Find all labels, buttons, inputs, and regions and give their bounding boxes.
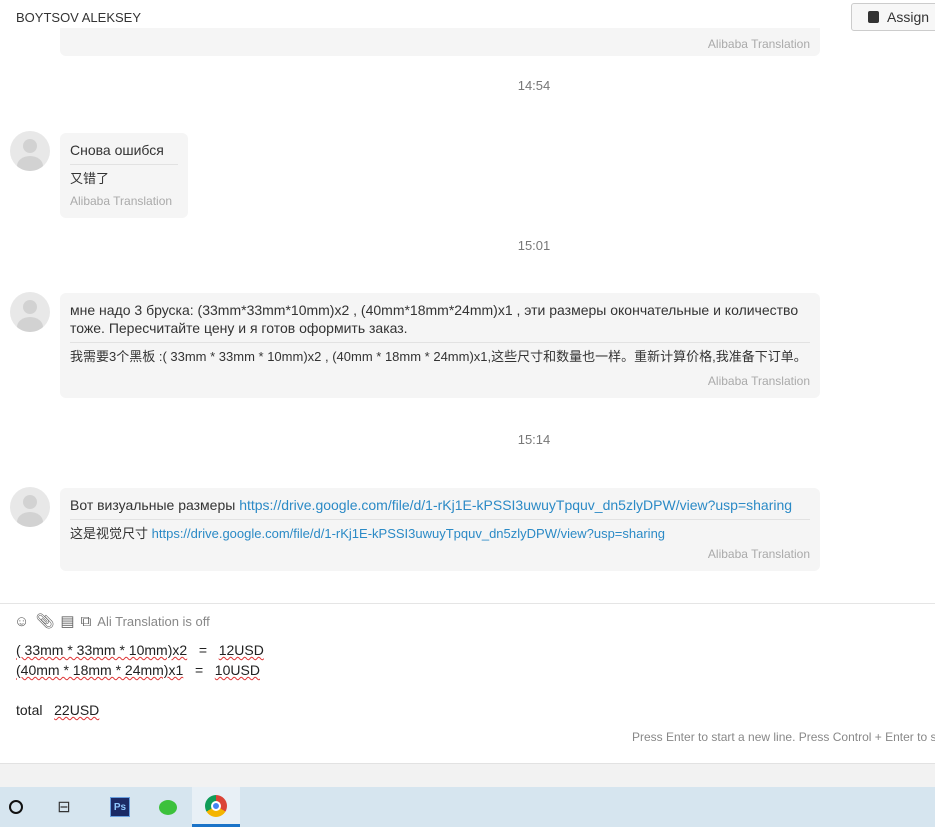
task-view-icon[interactable]: ⊟ (32, 787, 96, 827)
assign-icon (868, 11, 879, 23)
avatar (10, 487, 50, 527)
contact-name: BOYTSOV ALEKSEY (16, 10, 141, 25)
drive-link[interactable]: https://drive.google.com/file/d/1-rKj1E-… (239, 497, 792, 513)
chrome-icon[interactable] (192, 787, 240, 827)
message-bubble: Снова ошибся 又错了 Alibaba Translation (60, 133, 188, 218)
timestamp: 14:54 (517, 78, 551, 93)
emoji-icon[interactable]: ☺ (14, 613, 29, 630)
quick-reply-icon[interactable]: ▤ (60, 612, 74, 630)
drive-link-translated[interactable]: https://drive.google.com/file/d/1-rKj1E-… (152, 526, 665, 541)
send-hint: Press Enter to start a new line. Press C… (632, 730, 935, 744)
avatar (10, 292, 50, 332)
assign-button[interactable]: Assign (851, 3, 935, 31)
message-bubble: Alibaba Translation (60, 28, 820, 56)
timestamp: 15:01 (517, 238, 551, 253)
attachment-icon[interactable]: 📎︎ (35, 612, 54, 630)
avatar (10, 131, 50, 171)
timestamp: 15:14 (517, 432, 551, 447)
message-bubble: Вот визуальные размеры https://drive.goo… (60, 488, 820, 571)
translation-status[interactable]: Ali Translation is off (97, 614, 209, 629)
taskbar: ⊟ Ps (0, 787, 935, 827)
photoshop-icon[interactable]: Ps (96, 787, 144, 827)
translate-icon[interactable]: ⧉ (81, 613, 92, 630)
wechat-icon[interactable] (144, 787, 192, 827)
search-icon[interactable] (0, 787, 32, 827)
footer-bar (0, 763, 935, 787)
message-composer[interactable]: ☺ 📎︎ ▤ ⧉ Ali Translation is off ( 33mm *… (0, 603, 935, 763)
message-bubble: мне надо 3 бруска: (33mm*33mm*10mm)x2 , … (60, 293, 820, 398)
message-input[interactable]: ( 33mm * 33mm * 10mm)x2 = 12USD (40mm * … (16, 640, 264, 720)
